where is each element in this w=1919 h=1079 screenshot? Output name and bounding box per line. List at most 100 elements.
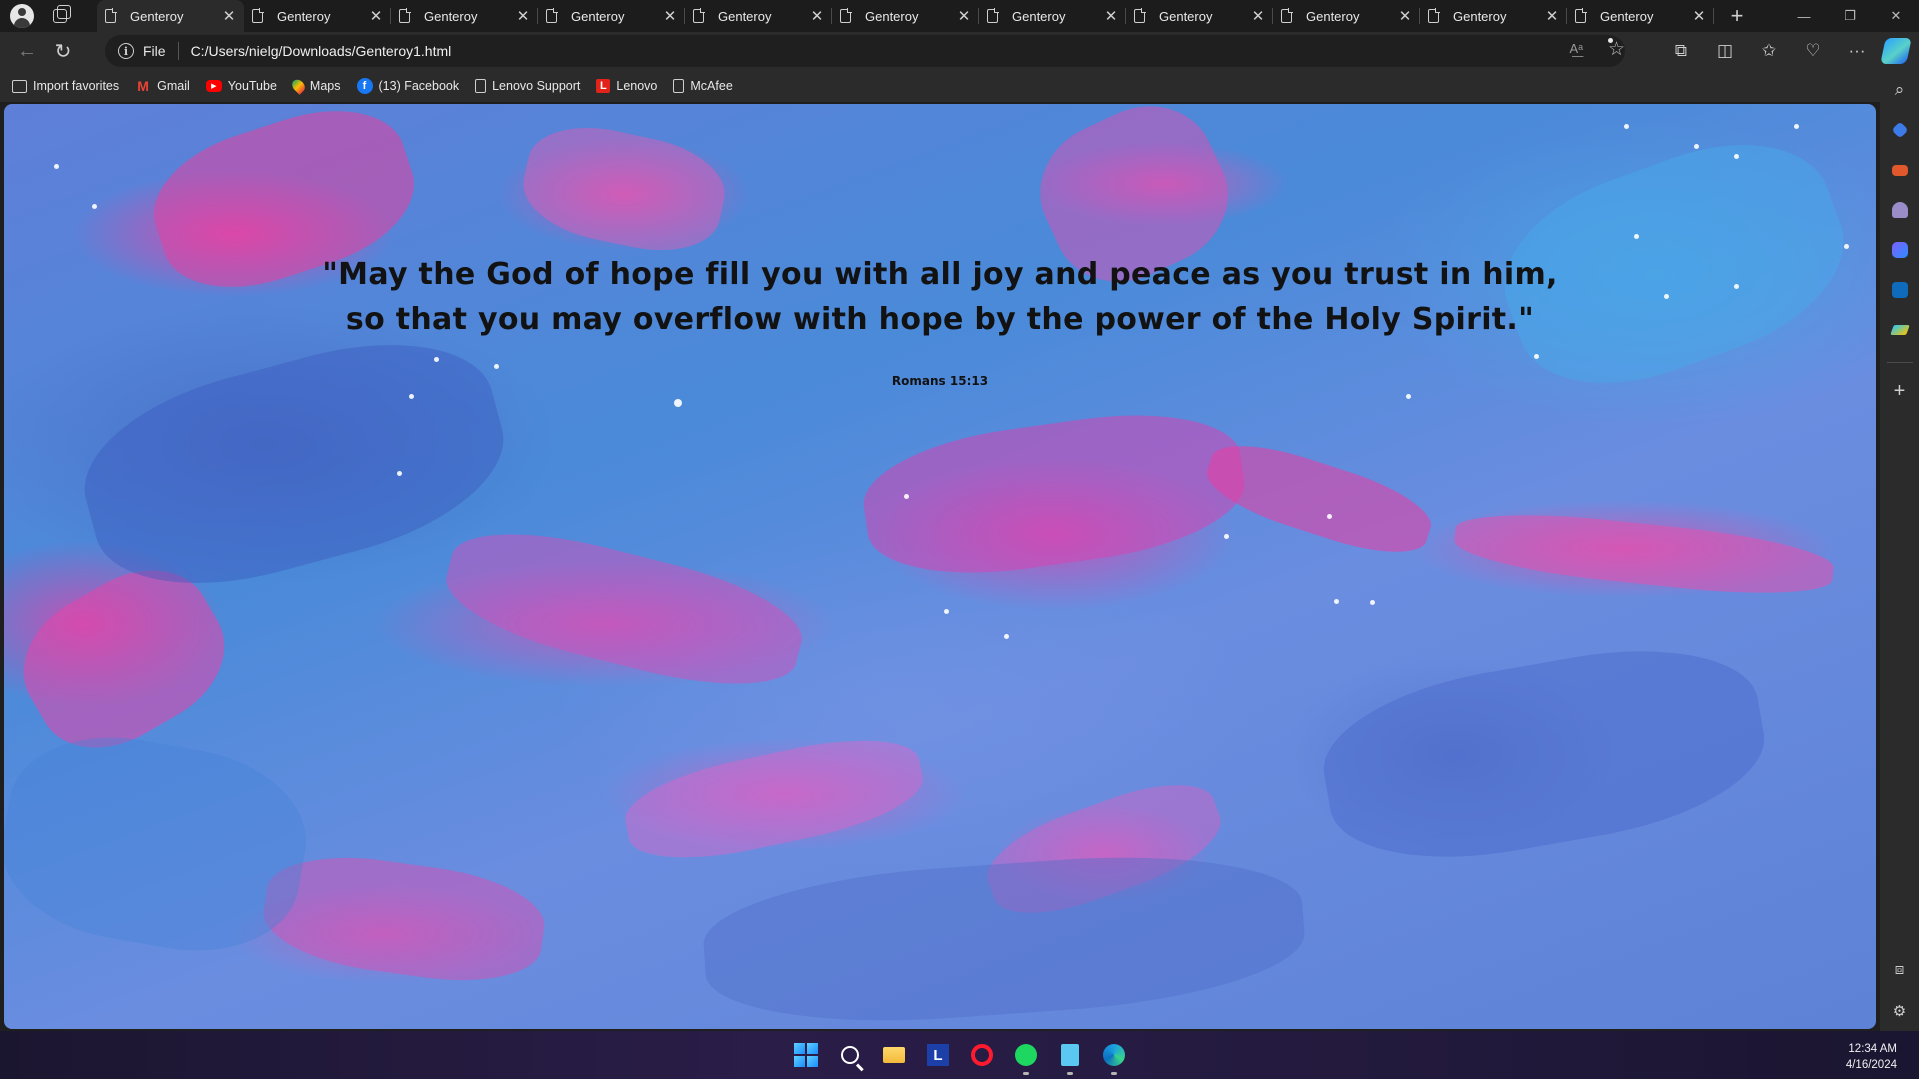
tab-title: Genteroy: [1453, 8, 1507, 24]
split-screen-icon[interactable]: ◫: [1703, 35, 1747, 67]
favorite-mcafee[interactable]: McAfee: [673, 79, 733, 93]
youtube-icon: ▶: [205, 80, 222, 92]
sidebar-add-icon[interactable]: +: [1886, 377, 1914, 405]
close-tab-icon[interactable]: ✕: [1251, 7, 1265, 25]
tab[interactable]: Genteroy ✕: [244, 0, 391, 32]
tab[interactable]: Genteroy ✕: [97, 0, 244, 32]
divider: [1886, 362, 1913, 363]
file-explorer-button[interactable]: [876, 1037, 912, 1073]
sidebar-outlook-icon[interactable]: [1886, 276, 1914, 304]
sidebar-games-icon[interactable]: [1886, 196, 1914, 224]
tab[interactable]: Genteroy ✕: [832, 0, 979, 32]
quote-line: "May the God of hope fill you with all j…: [322, 257, 1558, 292]
favorite-lenovo-support[interactable]: Lenovo Support: [475, 79, 580, 93]
search-icon: [841, 1046, 859, 1064]
restore-button[interactable]: ❐: [1827, 0, 1873, 32]
scheme-label: File: [143, 43, 166, 59]
close-tab-icon[interactable]: ✕: [516, 7, 530, 25]
sidebar-settings-icon[interactable]: ⚙: [1886, 997, 1914, 1025]
tab-title: Genteroy: [865, 8, 919, 24]
spotify-button[interactable]: [1008, 1037, 1044, 1075]
close-tab-icon[interactable]: ✕: [810, 7, 824, 25]
sidebar-shopping-icon[interactable]: [1886, 116, 1914, 144]
copilot-icon[interactable]: [1880, 38, 1912, 64]
page-icon: [252, 8, 264, 23]
close-window-button[interactable]: ✕: [1873, 0, 1919, 32]
close-tab-icon[interactable]: ✕: [1398, 7, 1412, 25]
favorite-facebook[interactable]: f (13) Facebook: [356, 78, 460, 94]
folder-icon: [883, 1047, 905, 1063]
browser-essentials-icon[interactable]: ♡: [1791, 35, 1835, 67]
favorite-star-icon[interactable]: ☆: [1608, 38, 1625, 60]
clock-date: 4/16/2024: [1845, 1059, 1897, 1071]
gmail-icon: M: [137, 78, 149, 94]
tab-title: Genteroy: [1012, 8, 1066, 24]
tab-title: Genteroy: [424, 8, 478, 24]
new-tab-button[interactable]: +: [1722, 1, 1752, 31]
tab-title: Genteroy: [277, 8, 331, 24]
lenovo-icon: L: [596, 79, 611, 93]
close-tab-icon[interactable]: ✕: [1692, 7, 1706, 25]
favorite-maps[interactable]: Maps: [289, 77, 341, 95]
notepad-button[interactable]: [1052, 1037, 1088, 1075]
close-tab-icon[interactable]: ✕: [663, 7, 677, 25]
maps-icon: [289, 77, 308, 95]
opera-button[interactable]: [964, 1037, 1000, 1073]
tab[interactable]: Genteroy ✕: [391, 0, 538, 32]
favorite-label: YouTube: [227, 79, 277, 93]
tab[interactable]: Genteroy ✕: [1420, 0, 1567, 32]
sidebar-hide-icon[interactable]: ⧈: [1886, 955, 1914, 983]
spotify-icon: [1015, 1044, 1037, 1066]
workspaces-button[interactable]: [45, 1, 75, 31]
screen: Genteroy ✕ Genteroy ✕ Genteroy ✕ Genteroy ✕ …: [0, 0, 1919, 1079]
sidebar-tools-icon[interactable]: [1886, 156, 1914, 184]
tab[interactable]: Genteroy ✕: [685, 0, 832, 32]
tab[interactable]: Genteroy ✕: [538, 0, 685, 32]
windows-icon: [794, 1043, 818, 1067]
extensions-icon[interactable]: ⧉: [1659, 35, 1703, 67]
taskbar: L 12:34 AM 4/16/2024: [0, 1031, 1919, 1079]
address-bar[interactable]: i File C:/Users/nielg/Downloads/Genteroy…: [105, 35, 1625, 67]
close-tab-icon[interactable]: ✕: [1104, 7, 1118, 25]
start-button[interactable]: [788, 1037, 824, 1073]
close-tab-icon[interactable]: ✕: [369, 7, 383, 25]
tab[interactable]: Genteroy ✕: [1126, 0, 1273, 32]
url-text[interactable]: C:/Users/nielg/Downloads/Genteroy1.html: [191, 43, 452, 59]
close-tab-icon[interactable]: ✕: [1545, 7, 1559, 25]
taskbar-apps: L: [788, 1037, 1140, 1075]
tab[interactable]: Genteroy ✕: [979, 0, 1126, 32]
profile-button[interactable]: [7, 1, 37, 31]
taskbar-search-button[interactable]: [832, 1037, 868, 1073]
page-icon: [475, 79, 487, 93]
favorite-gmail[interactable]: M Gmail: [135, 78, 190, 94]
edge-button[interactable]: [1096, 1037, 1132, 1075]
edge-icon: [1103, 1044, 1125, 1066]
site-info-icon[interactable]: i: [118, 43, 134, 59]
notepad-icon: [1061, 1044, 1079, 1066]
tab[interactable]: Genteroy ✕: [1567, 0, 1714, 32]
refresh-button[interactable]: ↻: [45, 35, 81, 67]
sidebar-m365-icon[interactable]: [1886, 236, 1914, 264]
favorites-bar: Import favorites M Gmail ▶ YouTube Maps f (…: [0, 70, 1880, 102]
favorite-label: (13) Facebook: [378, 79, 460, 93]
close-tab-icon[interactable]: ✕: [957, 7, 971, 25]
sidebar-search-icon[interactable]: ⌕: [1886, 76, 1914, 104]
favorites-icon[interactable]: ✩: [1747, 35, 1791, 67]
quote-line: so that you may overflow with hope by th…: [345, 302, 1535, 337]
more-menu-icon[interactable]: ···: [1835, 35, 1879, 67]
toolbar-icons: ⧉ ◫ ✩ ♡ ···: [1659, 32, 1919, 70]
page-icon: [693, 8, 705, 23]
minimize-button[interactable]: —: [1781, 0, 1827, 32]
back-button[interactable]: ←: [9, 35, 45, 67]
tab[interactable]: Genteroy ✕: [1273, 0, 1420, 32]
favorite-youtube[interactable]: ▶ YouTube: [205, 79, 277, 93]
favorite-import[interactable]: Import favorites: [12, 79, 119, 93]
page-viewport: "May the God of hope fill you with all j…: [4, 104, 1876, 1029]
read-aloud-icon[interactable]: A͟ᵃ: [1569, 41, 1583, 56]
sidebar-drop-icon[interactable]: [1886, 316, 1914, 344]
lenovo-app-button[interactable]: L: [920, 1037, 956, 1073]
system-clock[interactable]: 12:34 AM 4/16/2024: [1846, 1041, 1897, 1073]
close-tab-icon[interactable]: ✕: [222, 7, 236, 25]
favorite-label: McAfee: [690, 79, 733, 93]
favorite-lenovo[interactable]: L Lenovo: [596, 79, 657, 93]
